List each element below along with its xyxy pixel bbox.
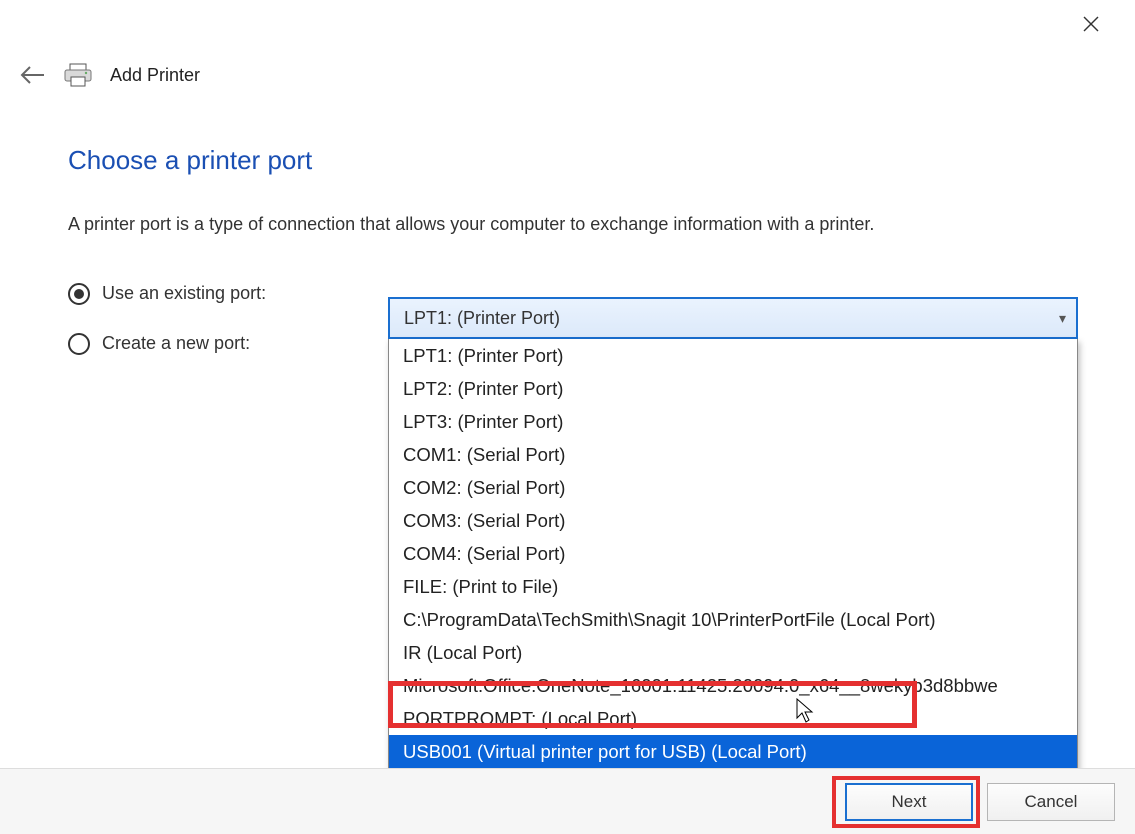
back-button[interactable] xyxy=(18,60,48,90)
port-option[interactable]: USB001 (Virtual printer port for USB) (L… xyxy=(389,735,1077,768)
close-button[interactable] xyxy=(1071,8,1111,40)
port-option[interactable]: PORTPROMPT: (Local Port) xyxy=(389,702,1077,735)
port-option[interactable]: COM2: (Serial Port) xyxy=(389,471,1077,504)
radio-existing-port[interactable] xyxy=(68,283,90,305)
section-description: A printer port is a type of connection t… xyxy=(68,214,1095,235)
port-option[interactable]: LPT3: (Printer Port) xyxy=(389,405,1077,438)
page-title: Add Printer xyxy=(110,65,200,86)
radio-create-port[interactable] xyxy=(68,333,90,355)
radio-label-create: Create a new port: xyxy=(102,333,250,354)
port-option[interactable]: LPT2: (Printer Port) xyxy=(389,372,1077,405)
combo-selected-text: LPT1: (Printer Port) xyxy=(404,308,560,329)
port-option[interactable]: IR (Local Port) xyxy=(389,636,1077,669)
port-option[interactable]: COM1: (Serial Port) xyxy=(389,438,1077,471)
next-button[interactable]: Next xyxy=(845,783,973,821)
port-option[interactable]: FILE: (Print to File) xyxy=(389,570,1077,603)
port-combo-container: LPT1: (Printer Port) ▾ LPT1: (Printer Po… xyxy=(388,297,1078,802)
port-option[interactable]: COM3: (Serial Port) xyxy=(389,504,1077,537)
wizard-header: Add Printer xyxy=(18,60,1115,90)
port-option[interactable]: C:\ProgramData\TechSmith\Snagit 10\Print… xyxy=(389,603,1077,636)
port-option[interactable]: COM4: (Serial Port) xyxy=(389,537,1077,570)
radio-label-existing: Use an existing port: xyxy=(102,283,266,304)
cancel-button[interactable]: Cancel xyxy=(987,783,1115,821)
back-arrow-icon xyxy=(20,65,46,85)
section-heading: Choose a printer port xyxy=(68,145,1095,176)
port-combobox[interactable]: LPT1: (Printer Port) ▾ xyxy=(388,297,1078,339)
chevron-down-icon: ▾ xyxy=(1059,310,1066,327)
wizard-footer: Next Cancel xyxy=(0,768,1135,834)
port-option[interactable]: Microsoft.Office.OneNote_16001.11425.200… xyxy=(389,669,1077,702)
close-icon xyxy=(1083,16,1099,32)
printer-icon xyxy=(64,63,92,87)
port-dropdown-list[interactable]: LPT1: (Printer Port)LPT2: (Printer Port)… xyxy=(388,339,1078,802)
port-option[interactable]: LPT1: (Printer Port) xyxy=(389,339,1077,372)
